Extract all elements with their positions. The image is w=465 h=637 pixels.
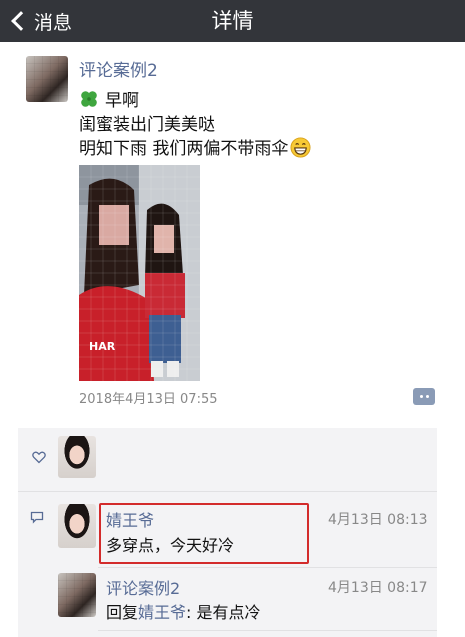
commenter-avatar[interactable] xyxy=(58,504,96,548)
post-line-1-text: 早啊 xyxy=(105,91,139,111)
post-line-3: 明知下雨 我们两偏不带雨伞 xyxy=(79,134,311,159)
svg-text:HAR: HAR xyxy=(89,340,116,353)
liker-avatar[interactable] xyxy=(58,436,96,478)
post-photo[interactable]: HAR xyxy=(79,165,200,381)
avatar-image xyxy=(58,436,96,478)
post-line-3-text: 明知下雨 我们两偏不带雨伞 xyxy=(79,139,289,159)
navigation-bar: 消息 详情 xyxy=(0,0,465,42)
commenter-avatar[interactable] xyxy=(58,573,96,617)
reply-body: : 是有点冷 xyxy=(186,603,261,622)
dot xyxy=(425,395,429,398)
four-leaf-clover-icon xyxy=(81,91,97,107)
highlight-box xyxy=(99,503,309,564)
divider xyxy=(98,567,437,568)
more-actions-button[interactable] xyxy=(413,388,435,405)
comment-time: 4月13日 08:13 xyxy=(328,512,428,528)
grinning-face-emoji-icon xyxy=(290,137,311,158)
avatar-image xyxy=(58,504,96,548)
pixelated-avatar-image xyxy=(26,56,68,102)
comment-author[interactable]: 评论案例2 xyxy=(106,575,180,599)
post-line-2: 闺蜜装出门美美哒 xyxy=(79,115,215,135)
pixelated-avatar-image xyxy=(58,573,96,617)
post-timestamp: 2018年4月13日 07:55 xyxy=(79,392,218,407)
divider xyxy=(18,491,437,492)
poster-avatar[interactable] xyxy=(26,56,68,102)
post-line-1: 早啊 xyxy=(79,86,139,111)
divider xyxy=(98,630,437,631)
page-title: 详情 xyxy=(211,9,254,33)
reply-comment-text[interactable]: 回复婧王爷: 是有点冷 xyxy=(106,599,261,623)
post-photo-image: HAR xyxy=(79,165,200,381)
dot xyxy=(419,395,423,398)
poster-name[interactable]: 评论案例2 xyxy=(79,56,158,81)
reply-prefix: 回复 xyxy=(106,603,139,622)
reply-to-name[interactable]: 婧王爷 xyxy=(138,603,186,622)
heart-icon xyxy=(32,451,46,464)
comment-icon xyxy=(30,511,44,524)
comment-time: 4月13日 08:17 xyxy=(328,580,428,596)
